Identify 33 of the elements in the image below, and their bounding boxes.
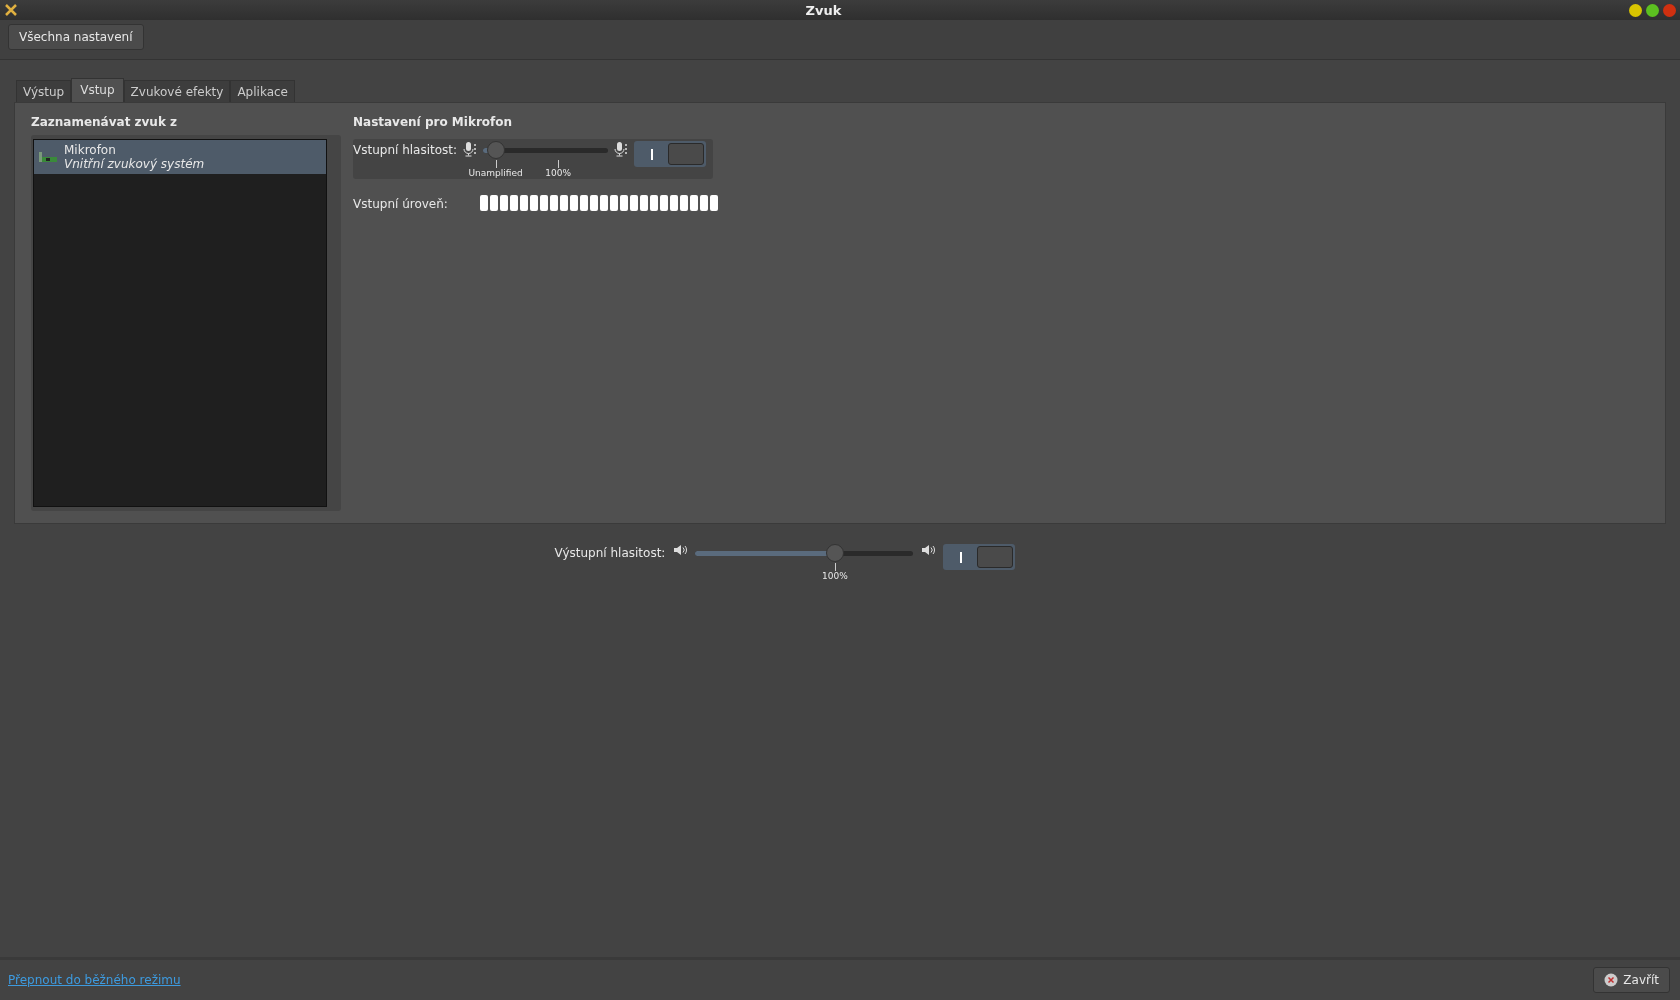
all-settings-button[interactable]: Všechna nastavení: [8, 24, 144, 50]
device-name: Mikrofon: [64, 143, 117, 157]
mute-switch[interactable]: [943, 544, 1016, 570]
speaker-icon: [673, 544, 688, 556]
tools-icon: [4, 3, 18, 17]
speaker-icon: [921, 544, 936, 556]
input-volume-label: Vstupní hlasitost:: [353, 142, 458, 157]
tab[interactable]: Vstup: [71, 78, 124, 102]
minimize-button[interactable]: [1629, 3, 1642, 17]
tab[interactable]: Výstup: [16, 80, 72, 102]
close-dialog-button[interactable]: Zavřít: [1593, 967, 1670, 993]
mute-switch[interactable]: [634, 141, 707, 167]
slider-thumb[interactable]: [825, 544, 844, 562]
tick-label: Unamplified: [468, 168, 523, 178]
sound-card-icon: [38, 149, 58, 165]
close-icon: [1604, 973, 1619, 987]
slider-thumb[interactable]: [486, 141, 505, 159]
input-level-label: Vstupní úroveň:: [353, 196, 448, 211]
microphone-icon: [463, 141, 478, 157]
tab[interactable]: Zvukové efekty: [123, 80, 231, 102]
section-heading: Zaznamenávat zvuk z: [31, 115, 179, 129]
device-description: Vnitřní zvukový systém: [64, 157, 205, 171]
microphone-icon: [614, 141, 629, 157]
output-volume-label: Výstupní hlasitost:: [554, 545, 666, 560]
device-item[interactable]: Mikrofon Vnitřní zvukový systém: [34, 140, 326, 174]
output-volume-slider[interactable]: [695, 551, 914, 556]
maximize-button[interactable]: [1646, 3, 1659, 17]
section-heading: Nastavení pro Mikrofon: [353, 115, 514, 129]
window-title: Zvuk: [805, 2, 842, 18]
tick-label: 100%: [545, 168, 571, 178]
tab[interactable]: Aplikace: [230, 80, 295, 102]
close-button[interactable]: [1663, 3, 1676, 17]
tick-label: 100%: [822, 571, 848, 581]
